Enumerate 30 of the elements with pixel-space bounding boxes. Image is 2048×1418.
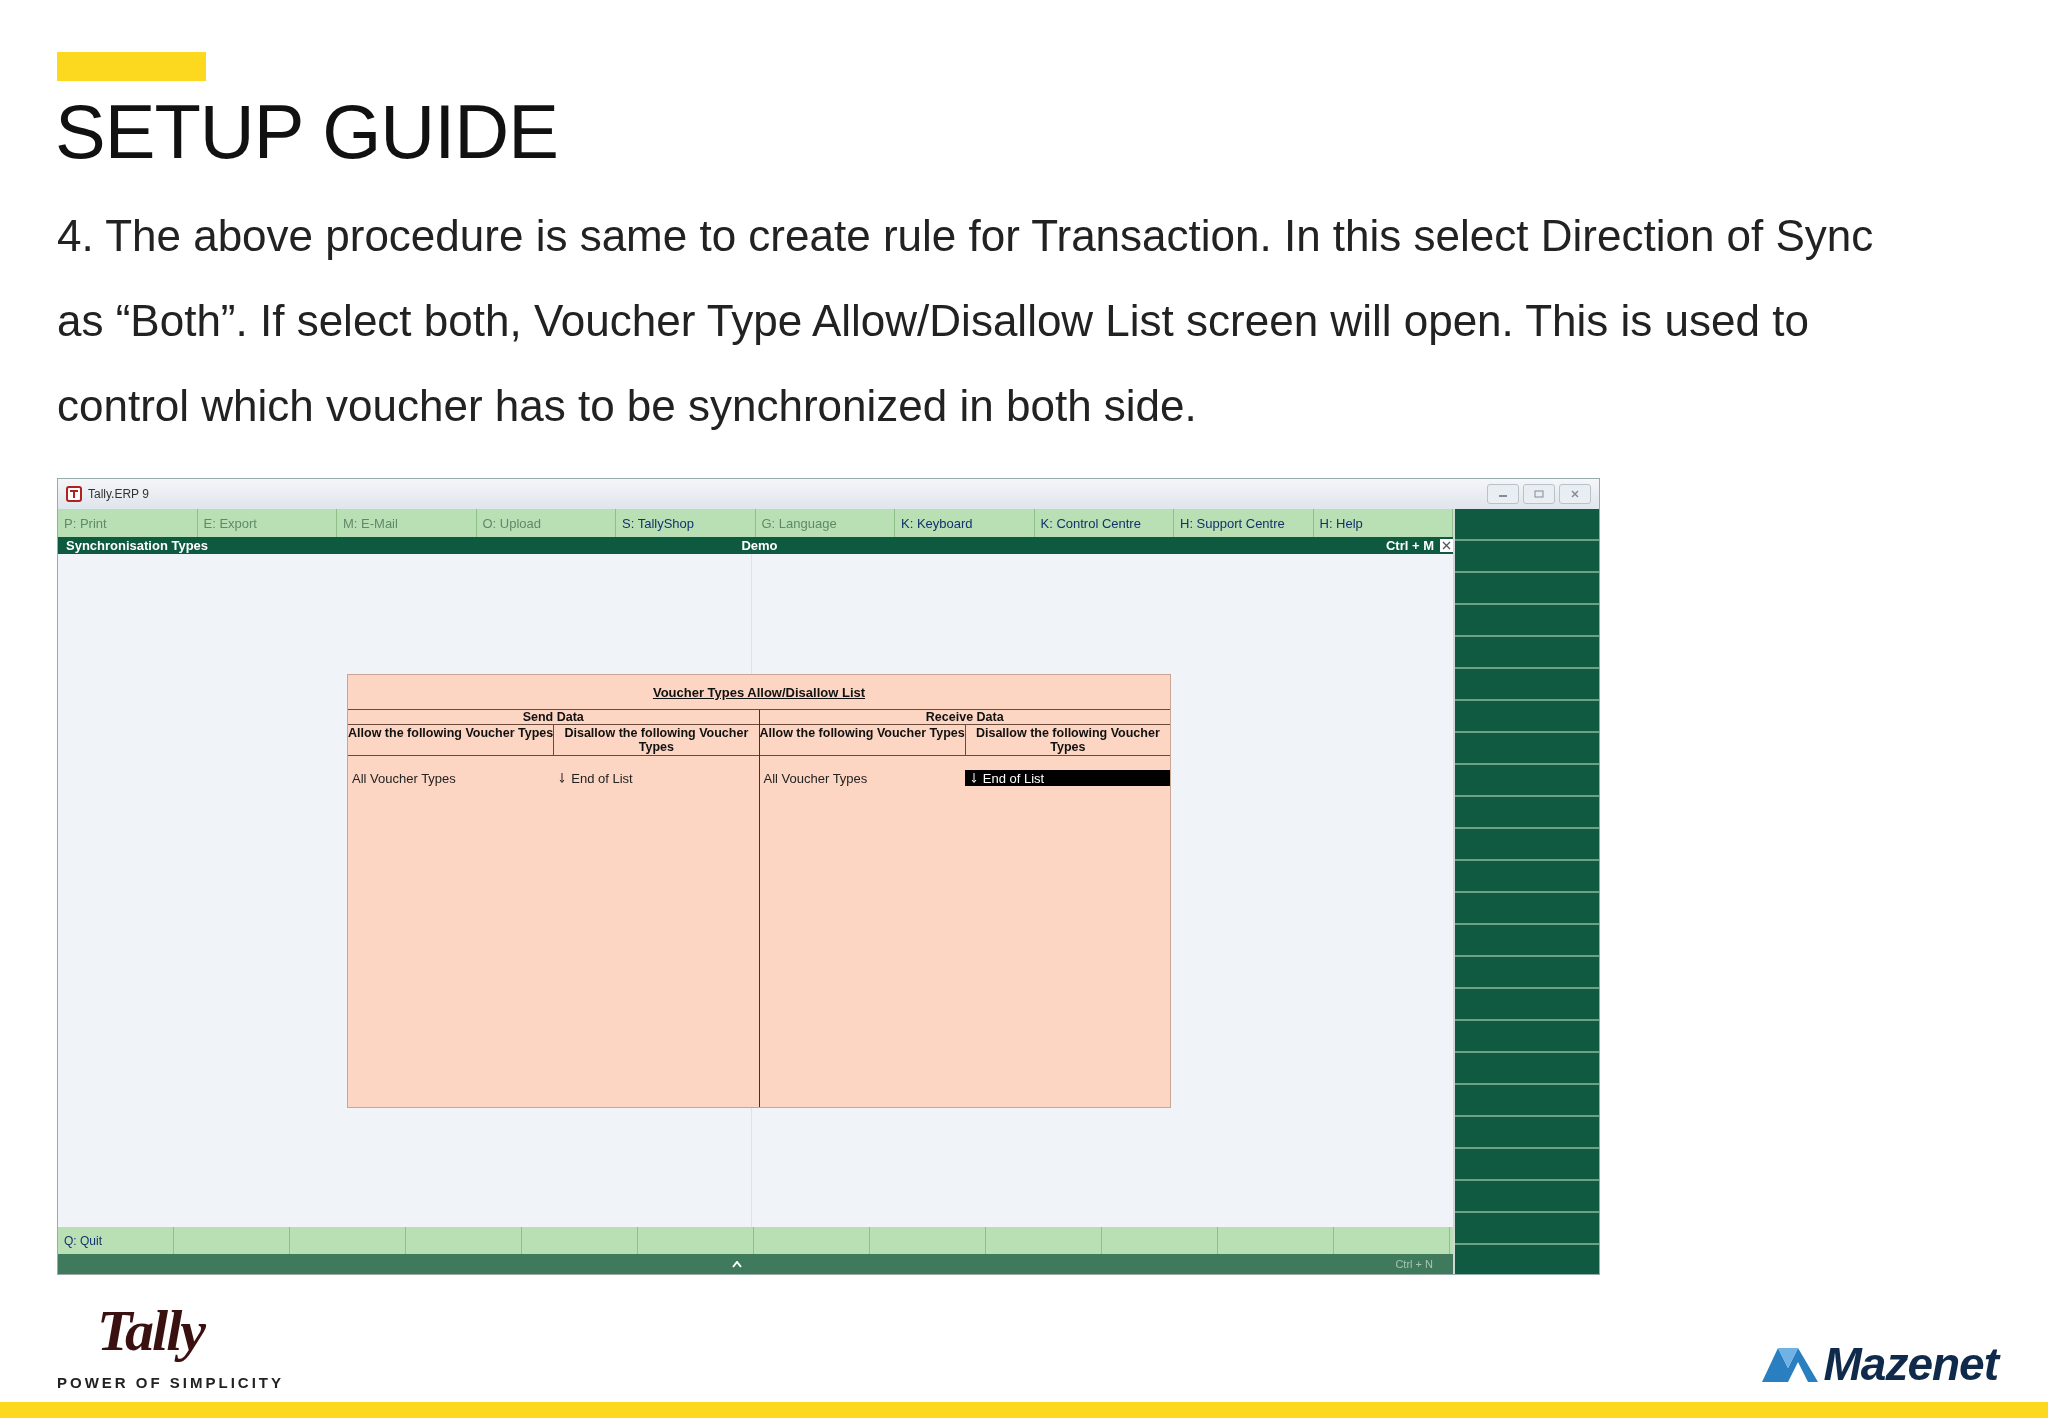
tally-logo: Tally [96, 1297, 207, 1365]
slide-title: SETUP GUIDE [55, 89, 559, 175]
shortcut-label: Ctrl + M [1385, 538, 1434, 553]
down-arrow-icon [970, 773, 977, 783]
step-paragraph: 4. The above procedure is same to create rule for Transaction. In this select Direction of Sync as “Both”. If select both, Voucher Type Allow/Disallow List screen will open. This is used to control which voucher has to be synchronized in both side. [57, 210, 1875, 432]
list-item[interactable]: End of List [964, 770, 1170, 786]
restore-button[interactable] [1523, 484, 1555, 504]
close-icon [1570, 490, 1580, 498]
minimize-button[interactable] [1487, 484, 1519, 504]
column-heading: Allow the following Voucher Types [348, 725, 554, 756]
dialog-title: Voucher Types Allow/Disallow List [651, 684, 867, 702]
close-icon[interactable] [1440, 539, 1453, 552]
logo-tagline: POWER OF SIMPLICITY [57, 1374, 284, 1391]
list-item[interactable]: End of List [553, 770, 759, 786]
shortcut-label: Ctrl + N [1395, 1258, 1433, 1270]
caret-icon[interactable] [731, 1260, 742, 1268]
column-heading: Allow the following Voucher Types [759, 725, 965, 756]
section-heading: Receive Data [759, 710, 1170, 725]
down-arrow-icon [559, 773, 566, 783]
close-button[interactable] [1559, 484, 1591, 504]
company-name: Demo [740, 538, 779, 553]
restore-icon [1534, 490, 1544, 498]
screen-title: Synchronisation Types [66, 538, 210, 553]
app-icon [66, 486, 82, 502]
column-heading: Disallow the following Voucher Types [553, 725, 759, 756]
list-item[interactable]: All Voucher Types [348, 770, 554, 786]
window-title: Tally.ERP 9 [88, 487, 150, 501]
list-item[interactable]: All Voucher Types [759, 770, 965, 786]
section-heading: Send Data [348, 710, 759, 725]
column-heading: Disallow the following Voucher Types [964, 725, 1170, 756]
